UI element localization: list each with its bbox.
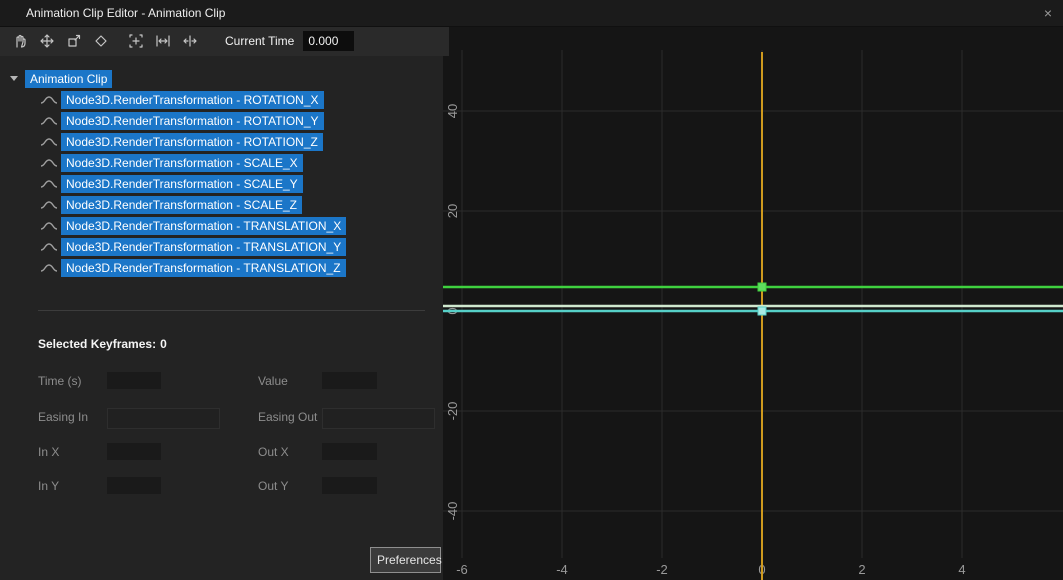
easing-out-label: Easing Out [258,410,317,424]
fit-horizontal-icon [155,33,171,49]
zoom-region-icon [66,33,82,49]
x-axis-tick-label: -6 [456,562,468,577]
animation-curve-icon [40,115,58,127]
move-icon [39,33,55,49]
animation-curve-icon [40,136,58,148]
y-axis-tick-label: 20 [445,204,460,218]
pan-hand-icon[interactable] [6,28,33,54]
tree-item-label: Node3D.RenderTransformation - TRANSLATIO… [61,259,346,277]
window-title: Animation Clip Editor - Animation Clip [26,6,225,20]
frame-selection-icon [128,33,144,49]
value-input[interactable] [322,372,377,389]
tree-item-label: Node3D.RenderTransformation - ROTATION_Y [61,112,324,130]
panel-divider [38,310,425,311]
in-y-label: In Y [38,479,59,493]
animation-curve-icon [40,262,58,274]
easing-out-input[interactable] [322,408,435,429]
in-x-label: In X [38,445,59,459]
titlebar: Animation Clip Editor - Animation Clip × [0,0,1063,27]
in-y-input[interactable] [107,477,161,494]
tree-item[interactable]: Node3D.RenderTransformation - SCALE_Z [0,194,443,215]
y-axis-tick-label: -20 [445,402,460,421]
curve-editor-graph[interactable]: -6-4-202440200-20-40 [443,26,1063,580]
tree-item[interactable]: Node3D.RenderTransformation - TRANSLATIO… [0,236,443,257]
preferences-button[interactable]: Preferences [370,547,441,573]
tree-item[interactable]: Node3D.RenderTransformation - TRANSLATIO… [0,215,443,236]
animation-curve-icon [40,241,58,253]
tree-expand-caret-icon[interactable] [10,76,18,81]
toolbar: Current Time 0.000 [0,26,449,56]
pan-hand-icon [12,33,28,49]
animation-curve-icon [40,220,58,232]
current-time-label: Current Time [225,34,294,48]
x-axis-tick-label: 2 [858,562,865,577]
out-y-label: Out Y [258,479,288,493]
tree-item-label: Node3D.RenderTransformation - ROTATION_Z [61,133,323,151]
current-time-input[interactable]: 0.000 [303,31,354,51]
tree-root-label: Animation Clip [25,70,112,88]
tree-item[interactable]: Node3D.RenderTransformation - ROTATION_X [0,89,443,110]
easing-row: Easing In Easing Out [0,408,443,430]
time-input[interactable] [107,372,161,389]
keyframe-diamond-icon[interactable] [87,28,114,54]
x-axis-tick-label: -2 [656,562,668,577]
tree-item-label: Node3D.RenderTransformation - TRANSLATIO… [61,217,346,235]
close-icon[interactable]: × [1039,4,1057,22]
move-icon[interactable] [33,28,60,54]
x-axis-tick-label: 4 [958,562,965,577]
animation-curve-icon [40,199,58,211]
in-x-input[interactable] [107,443,161,460]
y-axis-tick-label: 40 [445,104,460,118]
tree-item-label: Node3D.RenderTransformation - SCALE_X [61,154,303,172]
y-axis-tick-label: -40 [445,502,460,521]
tree-item-label: Node3D.RenderTransformation - ROTATION_X [61,91,324,109]
value-label: Value [258,374,288,388]
zoom-region-icon[interactable] [60,28,87,54]
selected-keyframes-line: Selected Keyframes: 0 [38,337,171,351]
time-value-row: Time (s) Value [0,372,443,394]
tree-item[interactable]: Node3D.RenderTransformation - TRANSLATIO… [0,257,443,278]
animation-curve-icon [40,157,58,169]
left-panel: Animation Clip Node3D.RenderTransformati… [0,56,443,580]
graph-background [443,26,1063,580]
easing-in-input[interactable] [107,408,220,429]
selected-keyframes-label: Selected Keyframes: [38,337,156,351]
in-out-x-row: In X Out X [0,443,443,465]
tree-item[interactable]: Node3D.RenderTransformation - SCALE_Y [0,173,443,194]
tree-root-animation-clip[interactable]: Animation Clip [0,68,443,89]
out-y-input[interactable] [322,477,377,494]
curve-green-keyframe-marker[interactable] [758,283,766,291]
fit-horizontal-icon[interactable] [149,28,176,54]
selected-keyframes-count: 0 [160,337,167,351]
easing-in-label: Easing In [38,410,88,424]
x-axis-tick-label: -4 [556,562,568,577]
tree-children: Node3D.RenderTransformation - ROTATION_X… [0,89,443,278]
time-label: Time (s) [38,374,82,388]
animation-curve-icon [40,94,58,106]
keyframe-diamond-icon [93,33,109,49]
tree-item[interactable]: Node3D.RenderTransformation - SCALE_X [0,152,443,173]
in-out-y-row: In Y Out Y [0,477,443,499]
fit-vertical-icon [182,33,198,49]
tree-item-label: Node3D.RenderTransformation - SCALE_Z [61,196,302,214]
curve-editor-canvas[interactable]: -6-4-202440200-20-40 [443,26,1063,580]
fit-vertical-icon[interactable] [176,28,203,54]
curve-teal-keyframe-marker[interactable] [758,307,766,315]
tree-item[interactable]: Node3D.RenderTransformation - ROTATION_Y [0,110,443,131]
animation-curve-icon [40,178,58,190]
frame-selection-icon[interactable] [122,28,149,54]
tree-item-label: Node3D.RenderTransformation - SCALE_Y [61,175,303,193]
out-x-label: Out X [258,445,289,459]
out-x-input[interactable] [322,443,377,460]
tree-item[interactable]: Node3D.RenderTransformation - ROTATION_Z [0,131,443,152]
animation-tree: Animation Clip Node3D.RenderTransformati… [0,68,443,278]
animation-clip-editor-window: Animation Clip Editor - Animation Clip ×… [0,0,1063,580]
tree-item-label: Node3D.RenderTransformation - TRANSLATIO… [61,238,346,256]
